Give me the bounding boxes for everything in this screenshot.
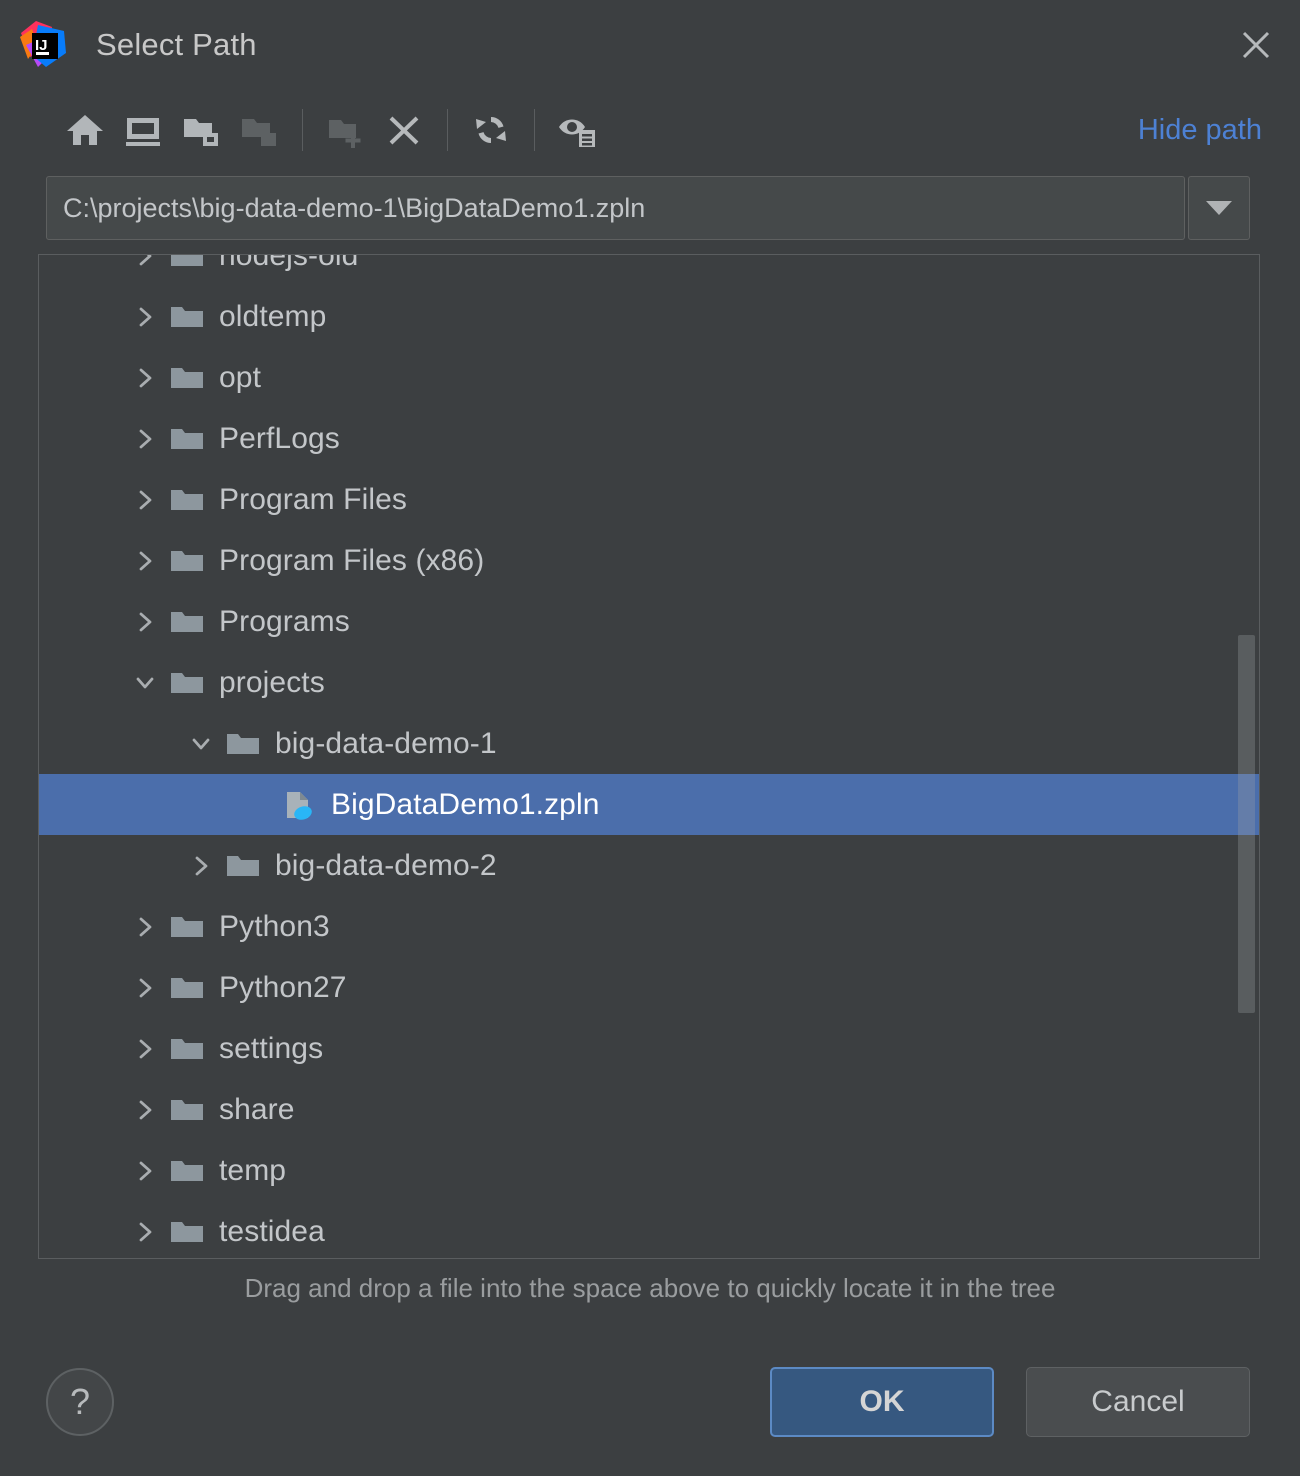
chevron-right-icon[interactable]	[125, 297, 165, 337]
folder-icon	[165, 541, 209, 581]
tree-scrollbar-thumb[interactable]	[1238, 635, 1255, 1013]
chevron-right-icon[interactable]	[125, 1029, 165, 1069]
window-title: Select Path	[96, 27, 257, 62]
tree-row-label: share	[219, 1092, 295, 1126]
folder-icon	[165, 1151, 209, 1191]
tree-scrollbar[interactable]	[1238, 255, 1255, 1258]
tree-row[interactable]: share	[39, 1079, 1259, 1140]
chevron-down-icon[interactable]	[125, 663, 165, 703]
home-icon[interactable]	[56, 101, 114, 159]
drag-drop-hint: Drag and drop a file into the space abov…	[244, 1273, 1056, 1303]
folder-icon	[165, 602, 209, 642]
folder-icon	[165, 1090, 209, 1130]
module-folder-icon	[230, 101, 288, 159]
help-button[interactable]: ?	[46, 1368, 114, 1436]
chevron-down-icon	[1206, 201, 1232, 215]
tree-row[interactable]: opt	[39, 347, 1259, 408]
tree-row-selected[interactable]: BigDataDemo1.zpln	[39, 774, 1259, 835]
chevron-right-icon[interactable]	[125, 1212, 165, 1252]
tree-row[interactable]: oldtemp	[39, 286, 1259, 347]
folder-icon	[165, 255, 209, 276]
refresh-icon[interactable]	[462, 101, 520, 159]
tree-row-label: opt	[219, 360, 262, 394]
tree-row-label: Program Files (x86)	[219, 543, 485, 577]
tree-row[interactable]: Program Files	[39, 469, 1259, 530]
tree-row[interactable]: big-data-demo-1	[39, 713, 1259, 774]
path-history-dropdown-button[interactable]	[1188, 176, 1250, 240]
toolbar-separator	[534, 109, 535, 151]
title-bar: IJ Select Path	[0, 0, 1300, 90]
tree-row[interactable]: Python3	[39, 896, 1259, 957]
chevron-right-icon[interactable]	[125, 602, 165, 642]
toolbar: Hide path	[0, 90, 1300, 170]
show-hidden-files-icon[interactable]	[549, 101, 607, 159]
tree-row-label: settings	[219, 1031, 324, 1065]
delete-icon[interactable]	[375, 101, 433, 159]
tree-row-label: oldtemp	[219, 299, 327, 333]
folder-icon	[165, 968, 209, 1008]
tree-row-label: Programs	[219, 604, 350, 638]
path-input[interactable]: C:\projects\big-data-demo-1\BigDataDemo1…	[46, 176, 1185, 240]
zeppelin-file-icon	[277, 785, 321, 825]
cancel-button[interactable]: Cancel	[1026, 1367, 1250, 1437]
hide-path-link[interactable]: Hide path	[1138, 114, 1278, 147]
chevron-right-icon[interactable]	[125, 541, 165, 581]
tree-row[interactable]: big-data-demo-2	[39, 835, 1259, 896]
folder-icon	[165, 1212, 209, 1252]
tree-row-label: testidea	[219, 1214, 325, 1248]
chevron-right-icon[interactable]	[125, 907, 165, 947]
folder-icon	[165, 1029, 209, 1069]
toolbar-separator	[447, 109, 448, 151]
folder-icon	[165, 480, 209, 520]
tree-row[interactable]: projects	[39, 652, 1259, 713]
folder-icon	[165, 297, 209, 337]
chevron-right-icon[interactable]	[125, 419, 165, 459]
intellij-idea-logo-icon: IJ	[18, 19, 70, 71]
folder-icon	[165, 358, 209, 398]
file-tree: nodejs-old oldtemp opt PerfLogs Program File…	[39, 254, 1259, 1258]
new-folder-icon	[317, 101, 375, 159]
tree-row[interactable]: nodejs-old	[39, 254, 1259, 286]
tree-row[interactable]: PerfLogs	[39, 408, 1259, 469]
desktop-icon[interactable]	[114, 101, 172, 159]
ok-button[interactable]: OK	[770, 1367, 994, 1437]
chevron-right-icon[interactable]	[125, 1090, 165, 1130]
folder-icon	[165, 419, 209, 459]
folder-icon	[221, 724, 265, 764]
tree-row-label: projects	[219, 665, 325, 699]
folder-icon	[165, 907, 209, 947]
project-folder-icon[interactable]	[172, 101, 230, 159]
chevron-right-icon[interactable]	[125, 1151, 165, 1191]
chevron-right-icon[interactable]	[181, 846, 221, 886]
file-tree-panel: nodejs-old oldtemp opt PerfLogs Program File…	[38, 254, 1260, 1259]
tree-row[interactable]: testidea	[39, 1201, 1259, 1258]
tree-row-label: temp	[219, 1153, 287, 1187]
tree-row-label: Program Files	[219, 482, 408, 516]
tree-row[interactable]: Programs	[39, 591, 1259, 652]
tree-row[interactable]: Python27	[39, 957, 1259, 1018]
chevron-right-icon[interactable]	[125, 255, 165, 276]
tree-row-label: big-data-demo-1	[275, 726, 497, 760]
chevron-right-icon[interactable]	[125, 968, 165, 1008]
tree-row-label: nodejs-old	[219, 254, 359, 272]
tree-row[interactable]: settings	[39, 1018, 1259, 1079]
close-icon[interactable]	[1234, 23, 1278, 67]
dialog-footer: ? OK Cancel	[0, 1360, 1300, 1444]
folder-icon	[165, 663, 209, 703]
tree-row-label: Python27	[219, 970, 347, 1004]
tree-row[interactable]: temp	[39, 1140, 1259, 1201]
svg-text:IJ: IJ	[35, 37, 48, 54]
folder-icon	[221, 846, 265, 886]
path-combo: C:\projects\big-data-demo-1\BigDataDemo1…	[46, 176, 1250, 240]
chevron-down-icon[interactable]	[181, 724, 221, 764]
toolbar-separator	[302, 109, 303, 151]
chevron-right-icon[interactable]	[125, 358, 165, 398]
tree-row[interactable]: Program Files (x86)	[39, 530, 1259, 591]
tree-row-label: Python3	[219, 909, 330, 943]
chevron-right-icon[interactable]	[125, 480, 165, 520]
tree-row-label: PerfLogs	[219, 421, 340, 455]
tree-row-label: big-data-demo-2	[275, 848, 497, 882]
tree-row-label: BigDataDemo1.zpln	[331, 787, 600, 821]
